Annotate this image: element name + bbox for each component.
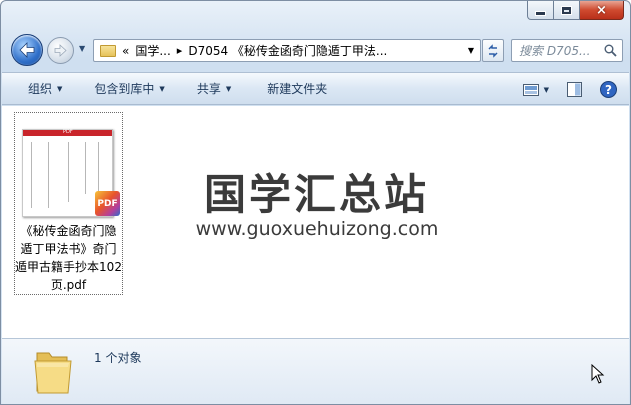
minimize-button[interactable]	[527, 1, 554, 20]
thumbnail-text-line	[85, 142, 86, 194]
back-arrow-icon	[19, 42, 35, 58]
thumbnail-tag: PDF	[63, 129, 73, 135]
include-in-library-label: 包含到库中	[94, 82, 155, 96]
search-box[interactable]	[511, 39, 623, 62]
search-icon[interactable]	[604, 44, 617, 57]
address-bar[interactable]: « 国学... ▸ D7054 《秘传金函奇门隐遁丁甲法... ▼	[93, 39, 481, 62]
breadcrumb-separator[interactable]: ▸	[177, 44, 183, 57]
command-bar: 组织 ▼ 包含到库中 ▼ 共享 ▼ 新建文件夹 ▼ ?	[2, 72, 629, 105]
include-in-library-menu[interactable]: 包含到库中 ▼	[94, 72, 164, 105]
view-options-button[interactable]: ▼	[522, 73, 549, 106]
explorer-window: × ▼ « 国学... ▸ D7054 《秘传金函奇门隐遁丁甲法... ▼ 搜索…	[0, 0, 631, 405]
thumbnail-text-line	[48, 142, 49, 208]
new-folder-label: 新建文件夹	[267, 82, 328, 96]
thumbnail-text-line	[68, 142, 69, 202]
share-label: 共享	[196, 82, 221, 96]
forward-arrow-icon	[54, 44, 67, 57]
search-input[interactable]	[519, 43, 599, 58]
organize-label: 组织	[28, 82, 53, 96]
caption-buttons: ×	[527, 1, 624, 21]
share-menu[interactable]: 共享 ▼	[197, 72, 231, 105]
new-folder-button[interactable]: 新建文件夹	[267, 72, 327, 105]
preview-pane-button[interactable]	[567, 73, 582, 106]
file-name-label[interactable]: 《秘传金函奇门隐遁丁甲法书》奇门遁甲古籍手抄本102页.pdf	[15, 222, 122, 294]
chevron-down-icon: ▼	[159, 84, 165, 93]
close-icon: ×	[596, 2, 607, 18]
chevron-down-icon: ▼	[543, 85, 549, 94]
overflow-chevron[interactable]: «	[122, 44, 129, 58]
item-count: 1 个对象	[94, 351, 142, 365]
pdf-app-icon: PDF	[95, 191, 120, 216]
refresh-button[interactable]	[482, 39, 504, 62]
folder-icon	[100, 44, 116, 57]
navigation-row: ▼ « 国学... ▸ D7054 《秘传金函奇门隐遁丁甲法... ▼	[1, 32, 630, 70]
breadcrumb-item[interactable]: D7054 《秘传金函奇门隐遁丁甲法...	[188, 42, 387, 59]
thumbnail-text-line	[31, 142, 32, 208]
watermark-url: www.guoxuehuizong.com	[195, 218, 439, 240]
preview-pane-icon	[567, 82, 582, 97]
watermark-title: 国学汇总站	[203, 170, 429, 219]
svg-text:?: ?	[605, 83, 612, 97]
address-dropdown[interactable]: ▼	[468, 46, 474, 55]
refresh-icon	[488, 43, 498, 58]
organize-menu[interactable]: 组织 ▼	[28, 72, 62, 105]
maximize-button[interactable]	[554, 1, 580, 20]
chevron-down-icon: ▼	[225, 84, 232, 93]
recent-pages-dropdown[interactable]: ▼	[79, 44, 85, 53]
close-button[interactable]: ×	[580, 1, 624, 20]
forward-button[interactable]	[47, 37, 74, 64]
chevron-down-icon: ▼	[57, 84, 63, 93]
breadcrumb-item[interactable]: 国学...	[135, 42, 170, 59]
folder-icon	[34, 352, 72, 394]
view-options-icon	[522, 83, 539, 96]
details-pane: 1 个对象	[2, 338, 629, 404]
maximize-icon	[561, 5, 572, 15]
back-button[interactable]	[11, 34, 43, 66]
file-list-area[interactable]: PDF PDF 《秘传金函奇门隐遁丁甲法书》奇门遁甲古籍手抄本102页.pdf …	[2, 106, 629, 338]
pdf-badge-label: PDF	[97, 198, 118, 209]
help-button[interactable]: ?	[600, 73, 617, 106]
help-icon: ?	[600, 81, 617, 98]
toolbar-right-group: ▼ ?	[522, 73, 629, 106]
mouse-cursor-icon	[591, 364, 605, 384]
file-item[interactable]: PDF PDF 《秘传金函奇门隐遁丁甲法书》奇门遁甲古籍手抄本102页.pdf	[14, 112, 123, 295]
minimize-icon	[535, 10, 546, 16]
